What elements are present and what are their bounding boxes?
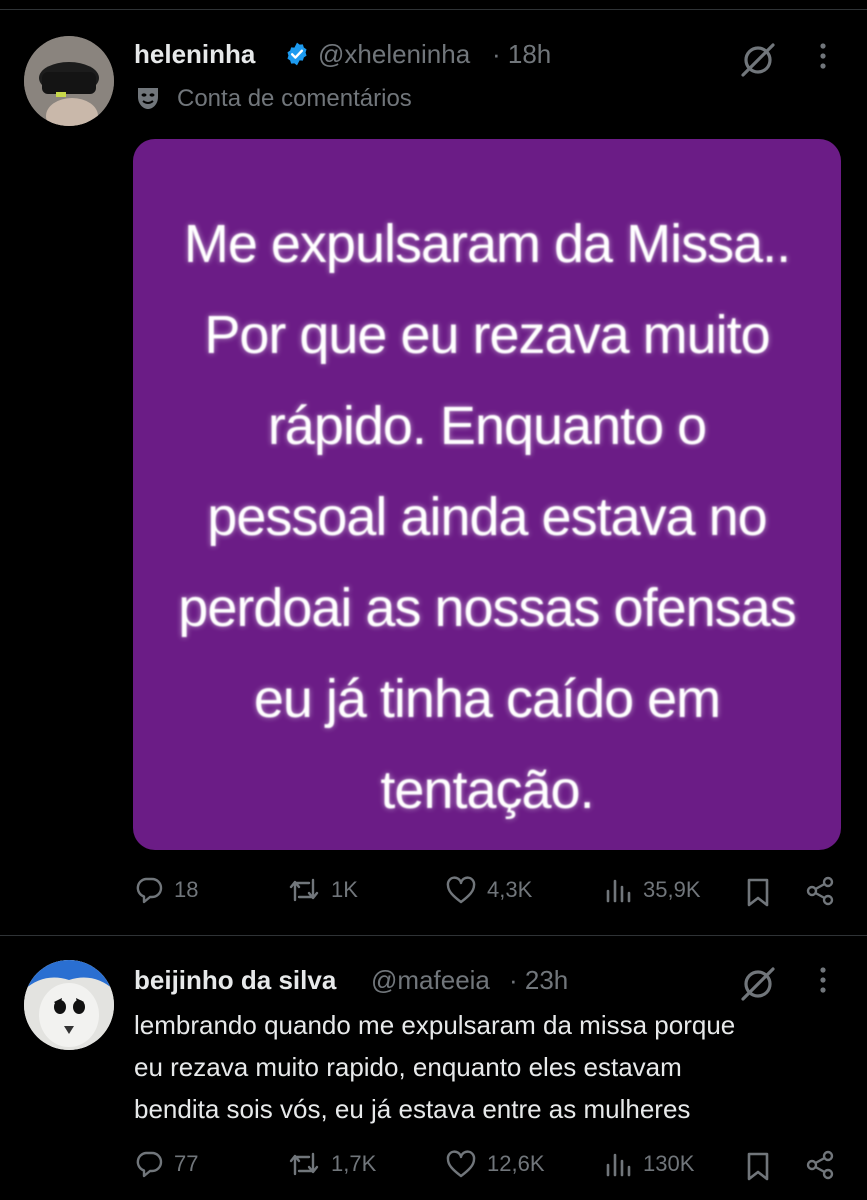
author-handle[interactable]: @xheleninha xyxy=(318,39,470,70)
theater-mask-icon xyxy=(138,88,158,109)
reply-icon xyxy=(136,1151,163,1178)
repost-count: 1K xyxy=(331,877,358,902)
like-button[interactable]: 4,3K xyxy=(445,875,532,905)
post-image[interactable]: Me expulsaram da Missa.. Por que eu reza… xyxy=(133,139,841,850)
reply-icon xyxy=(136,877,163,904)
image-text-line: Por que eu rezava muito xyxy=(204,305,770,365)
post-text-line: eu rezava muito rapido, enquanto eles es… xyxy=(134,1052,682,1082)
views-count: 35,9K xyxy=(643,877,701,902)
like-button[interactable]: 12,6K xyxy=(445,1149,545,1179)
more-dots-icon[interactable] xyxy=(817,965,829,995)
repost-icon xyxy=(289,1152,319,1176)
post-text-line: bendita sois vós, eu já estava entre as … xyxy=(134,1094,691,1124)
bookmark-icon[interactable] xyxy=(745,877,771,907)
author-handle[interactable]: @mafeeia xyxy=(371,965,490,996)
grok-icon[interactable] xyxy=(738,40,778,80)
image-text-line: pessoal ainda estava no xyxy=(207,487,767,547)
account-label[interactable]: Conta de comentários xyxy=(177,85,412,113)
repost-count: 1,7K xyxy=(331,1151,377,1176)
views-count: 130K xyxy=(643,1151,695,1176)
repost-icon xyxy=(289,878,319,902)
share-icon[interactable] xyxy=(804,875,836,907)
repost-button[interactable]: 1,7K xyxy=(287,1149,376,1179)
verified-badge-icon xyxy=(287,42,307,66)
post-time[interactable]: · 23h xyxy=(509,965,568,996)
heart-icon xyxy=(446,1150,476,1178)
grok-icon[interactable] xyxy=(738,964,778,1004)
like-count: 4,3K xyxy=(487,877,533,902)
avatar[interactable] xyxy=(24,36,114,126)
image-text-line: eu já tinha caído em xyxy=(253,669,721,729)
image-text-line: perdoai as nossas ofensas xyxy=(178,578,796,638)
views-chart-icon xyxy=(606,879,631,903)
image-text-line: Me expulsaram da Missa.. xyxy=(183,214,791,274)
heart-icon xyxy=(446,876,476,904)
more-dots-icon[interactable] xyxy=(817,41,829,71)
share-icon[interactable] xyxy=(804,1149,836,1181)
reply-count: 18 xyxy=(174,877,199,902)
views-button[interactable]: 130K xyxy=(605,1149,694,1179)
image-text-line: rápido. Enquanto o xyxy=(267,396,707,456)
post-beijinho[interactable]: beijinho da silva @mafeeia · 23h lembran… xyxy=(0,936,867,1200)
author-name[interactable]: beijinho da silva xyxy=(134,965,336,996)
reply-count: 77 xyxy=(174,1151,199,1176)
bookmark-icon[interactable] xyxy=(745,1151,771,1181)
views-chart-icon xyxy=(606,1153,631,1177)
post-heleninha[interactable]: heleninha @xheleninha · 18h Conta de com… xyxy=(0,0,867,935)
reply-button[interactable]: 77 xyxy=(134,1149,198,1179)
post-text-line: lembrando quando me expulsaram da missa … xyxy=(134,1010,736,1040)
post-time[interactable]: · 18h xyxy=(492,39,551,70)
author-name[interactable]: heleninha xyxy=(134,39,255,70)
reply-button[interactable]: 18 xyxy=(134,875,198,905)
views-button[interactable]: 35,9K xyxy=(605,875,701,905)
image-text-line: tentação. xyxy=(380,760,594,820)
like-count: 12,6K xyxy=(487,1151,545,1176)
avatar[interactable] xyxy=(24,960,114,1050)
repost-button[interactable]: 1K xyxy=(287,875,358,905)
